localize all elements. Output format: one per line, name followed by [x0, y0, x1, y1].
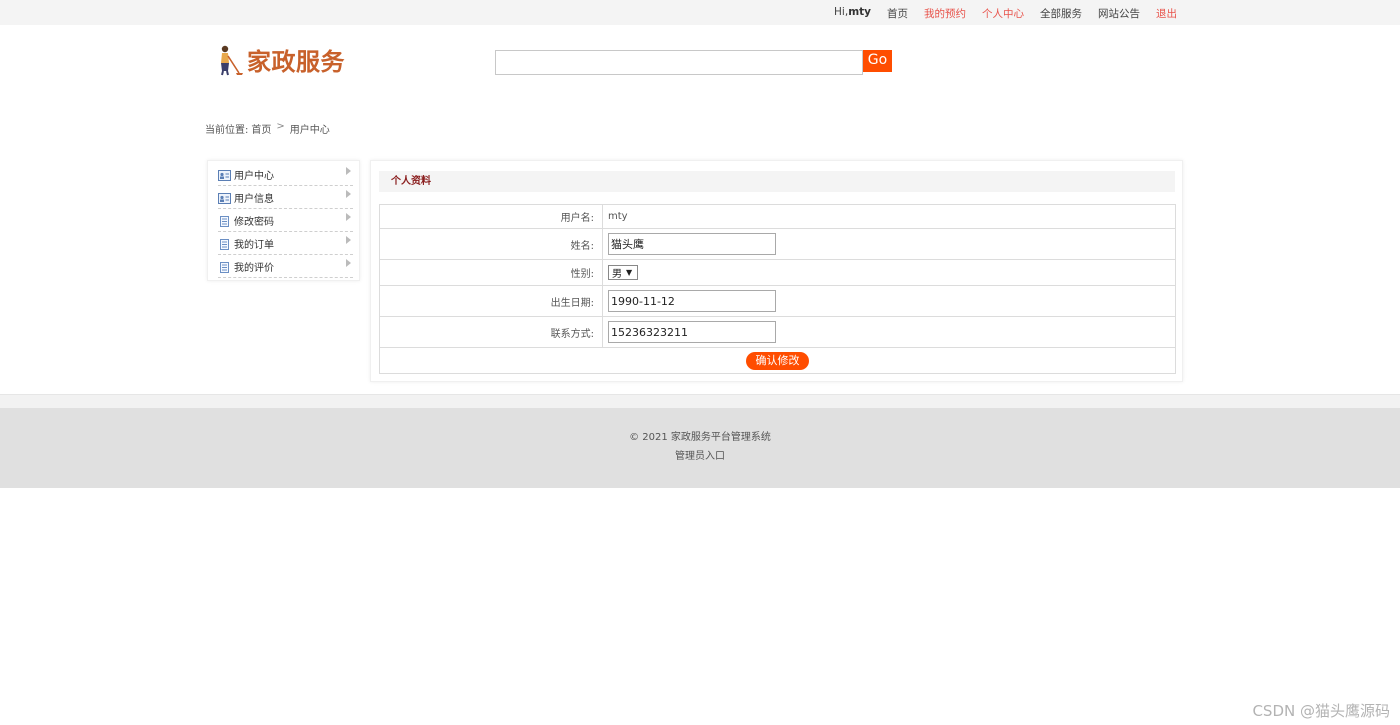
sidebar-item-label: 我的订单 — [234, 239, 274, 251]
table-row: 姓名: 猫头鹰 — [379, 228, 1176, 260]
sidebar: 用户中心 用户信息 修改密码 我的订单 我的评价 — [207, 160, 360, 281]
birth-cell: 1990-11-12 — [602, 285, 1176, 317]
admin-entry-link[interactable]: 管理员入口 — [0, 447, 1400, 462]
chevron-right-icon — [346, 213, 351, 221]
nav-announcements[interactable]: 网站公告 — [1098, 6, 1140, 21]
gender-label: 性别: — [379, 259, 603, 286]
panel-title: 个人资料 — [379, 171, 1175, 192]
username-label: 用户名: — [379, 204, 603, 229]
gender-select[interactable]: 男 ▼ — [608, 265, 638, 280]
sidebar-item-label: 修改密码 — [234, 216, 274, 228]
table-row: 确认修改 — [379, 347, 1176, 374]
chevron-right-icon — [346, 236, 351, 244]
user-card-icon — [218, 193, 231, 204]
breadcrumb: 当前位置: 首页 > 用户中心 — [205, 121, 330, 136]
contact-field[interactable]: 15236323211 — [608, 321, 776, 343]
document-icon — [220, 239, 229, 250]
sidebar-item-my-orders[interactable]: 我的订单 — [218, 232, 353, 255]
profile-panel: 个人资料 用户名: mty 姓名: 猫头鹰 性别: 男 ▼ 出生日期: 1990-… — [370, 160, 1183, 382]
birth-label: 出生日期: — [379, 285, 603, 317]
watermark: CSDN @猫头鹰源码 — [1252, 702, 1390, 720]
user-card-icon — [218, 170, 231, 181]
sidebar-item-user-center[interactable]: 用户中心 — [218, 163, 353, 186]
contact-cell: 15236323211 — [602, 316, 1176, 348]
table-row: 出生日期: 1990-11-12 — [379, 285, 1176, 317]
breadcrumb-separator: > — [276, 121, 285, 132]
nav-my-appointments[interactable]: 我的预约 — [924, 6, 966, 21]
name-label: 姓名: — [379, 228, 603, 260]
top-nav: Hi,mty 首页 我的预约 个人中心 全部服务 网站公告 退出 — [834, 6, 1177, 21]
greeting-prefix: Hi, — [834, 6, 849, 18]
confirm-edit-button[interactable]: 确认修改 — [746, 351, 809, 370]
name-field[interactable]: 猫头鹰 — [608, 233, 776, 255]
nav-home[interactable]: 首页 — [887, 6, 908, 21]
chevron-right-icon — [346, 167, 351, 175]
username-value: mty — [602, 204, 1176, 229]
sidebar-item-label: 用户信息 — [234, 193, 274, 205]
search-go-button[interactable]: Go — [863, 50, 892, 72]
caret-down-icon: ▼ — [626, 268, 633, 277]
sidebar-item-my-reviews[interactable]: 我的评价 — [218, 255, 353, 278]
chevron-right-icon — [346, 190, 351, 198]
sidebar-item-label: 我的评价 — [234, 262, 274, 274]
sidebar-item-user-info[interactable]: 用户信息 — [218, 186, 353, 209]
greeting: Hi,mty — [834, 6, 871, 21]
greeting-username: mty — [848, 6, 871, 18]
document-icon — [220, 262, 229, 273]
breadcrumb-prefix: 当前位置: — [205, 125, 249, 136]
footer-copyright: © 2021 家政服务平台管理系统 — [629, 432, 771, 443]
sidebar-item-change-password[interactable]: 修改密码 — [218, 209, 353, 232]
nav-all-services[interactable]: 全部服务 — [1040, 6, 1082, 21]
table-row: 性别: 男 ▼ — [379, 259, 1176, 286]
top-bar: Hi,mty 首页 我的预约 个人中心 全部服务 网站公告 退出 — [0, 0, 1400, 25]
gender-selected-value: 男 — [612, 269, 622, 280]
site-logo[interactable]: 家政服务 — [215, 42, 345, 77]
chevron-right-icon — [346, 259, 351, 267]
breadcrumb-current: 用户中心 — [289, 125, 330, 136]
breadcrumb-home[interactable]: 首页 — [251, 121, 271, 136]
nav-user-center[interactable]: 个人中心 — [982, 6, 1024, 21]
profile-form: 用户名: mty 姓名: 猫头鹰 性别: 男 ▼ 出生日期: 1990-11-12… — [379, 204, 1176, 374]
birth-date-field[interactable]: 1990-11-12 — [608, 290, 776, 312]
cleaner-figure-icon — [215, 44, 245, 76]
table-row: 联系方式: 15236323211 — [379, 316, 1176, 348]
document-icon — [220, 216, 229, 227]
submit-cell: 确认修改 — [379, 347, 1176, 374]
contact-label: 联系方式: — [379, 316, 603, 348]
name-cell: 猫头鹰 — [602, 228, 1176, 260]
table-row: 用户名: mty — [379, 204, 1176, 229]
search-input[interactable] — [495, 50, 863, 75]
footer-divider — [0, 394, 1400, 408]
logo-text: 家政服务 — [247, 48, 345, 76]
gender-cell: 男 ▼ — [602, 259, 1176, 286]
footer: © 2021 家政服务平台管理系统 管理员入口 — [0, 408, 1400, 488]
sidebar-item-label: 用户中心 — [234, 170, 274, 182]
nav-logout[interactable]: 退出 — [1156, 6, 1177, 21]
